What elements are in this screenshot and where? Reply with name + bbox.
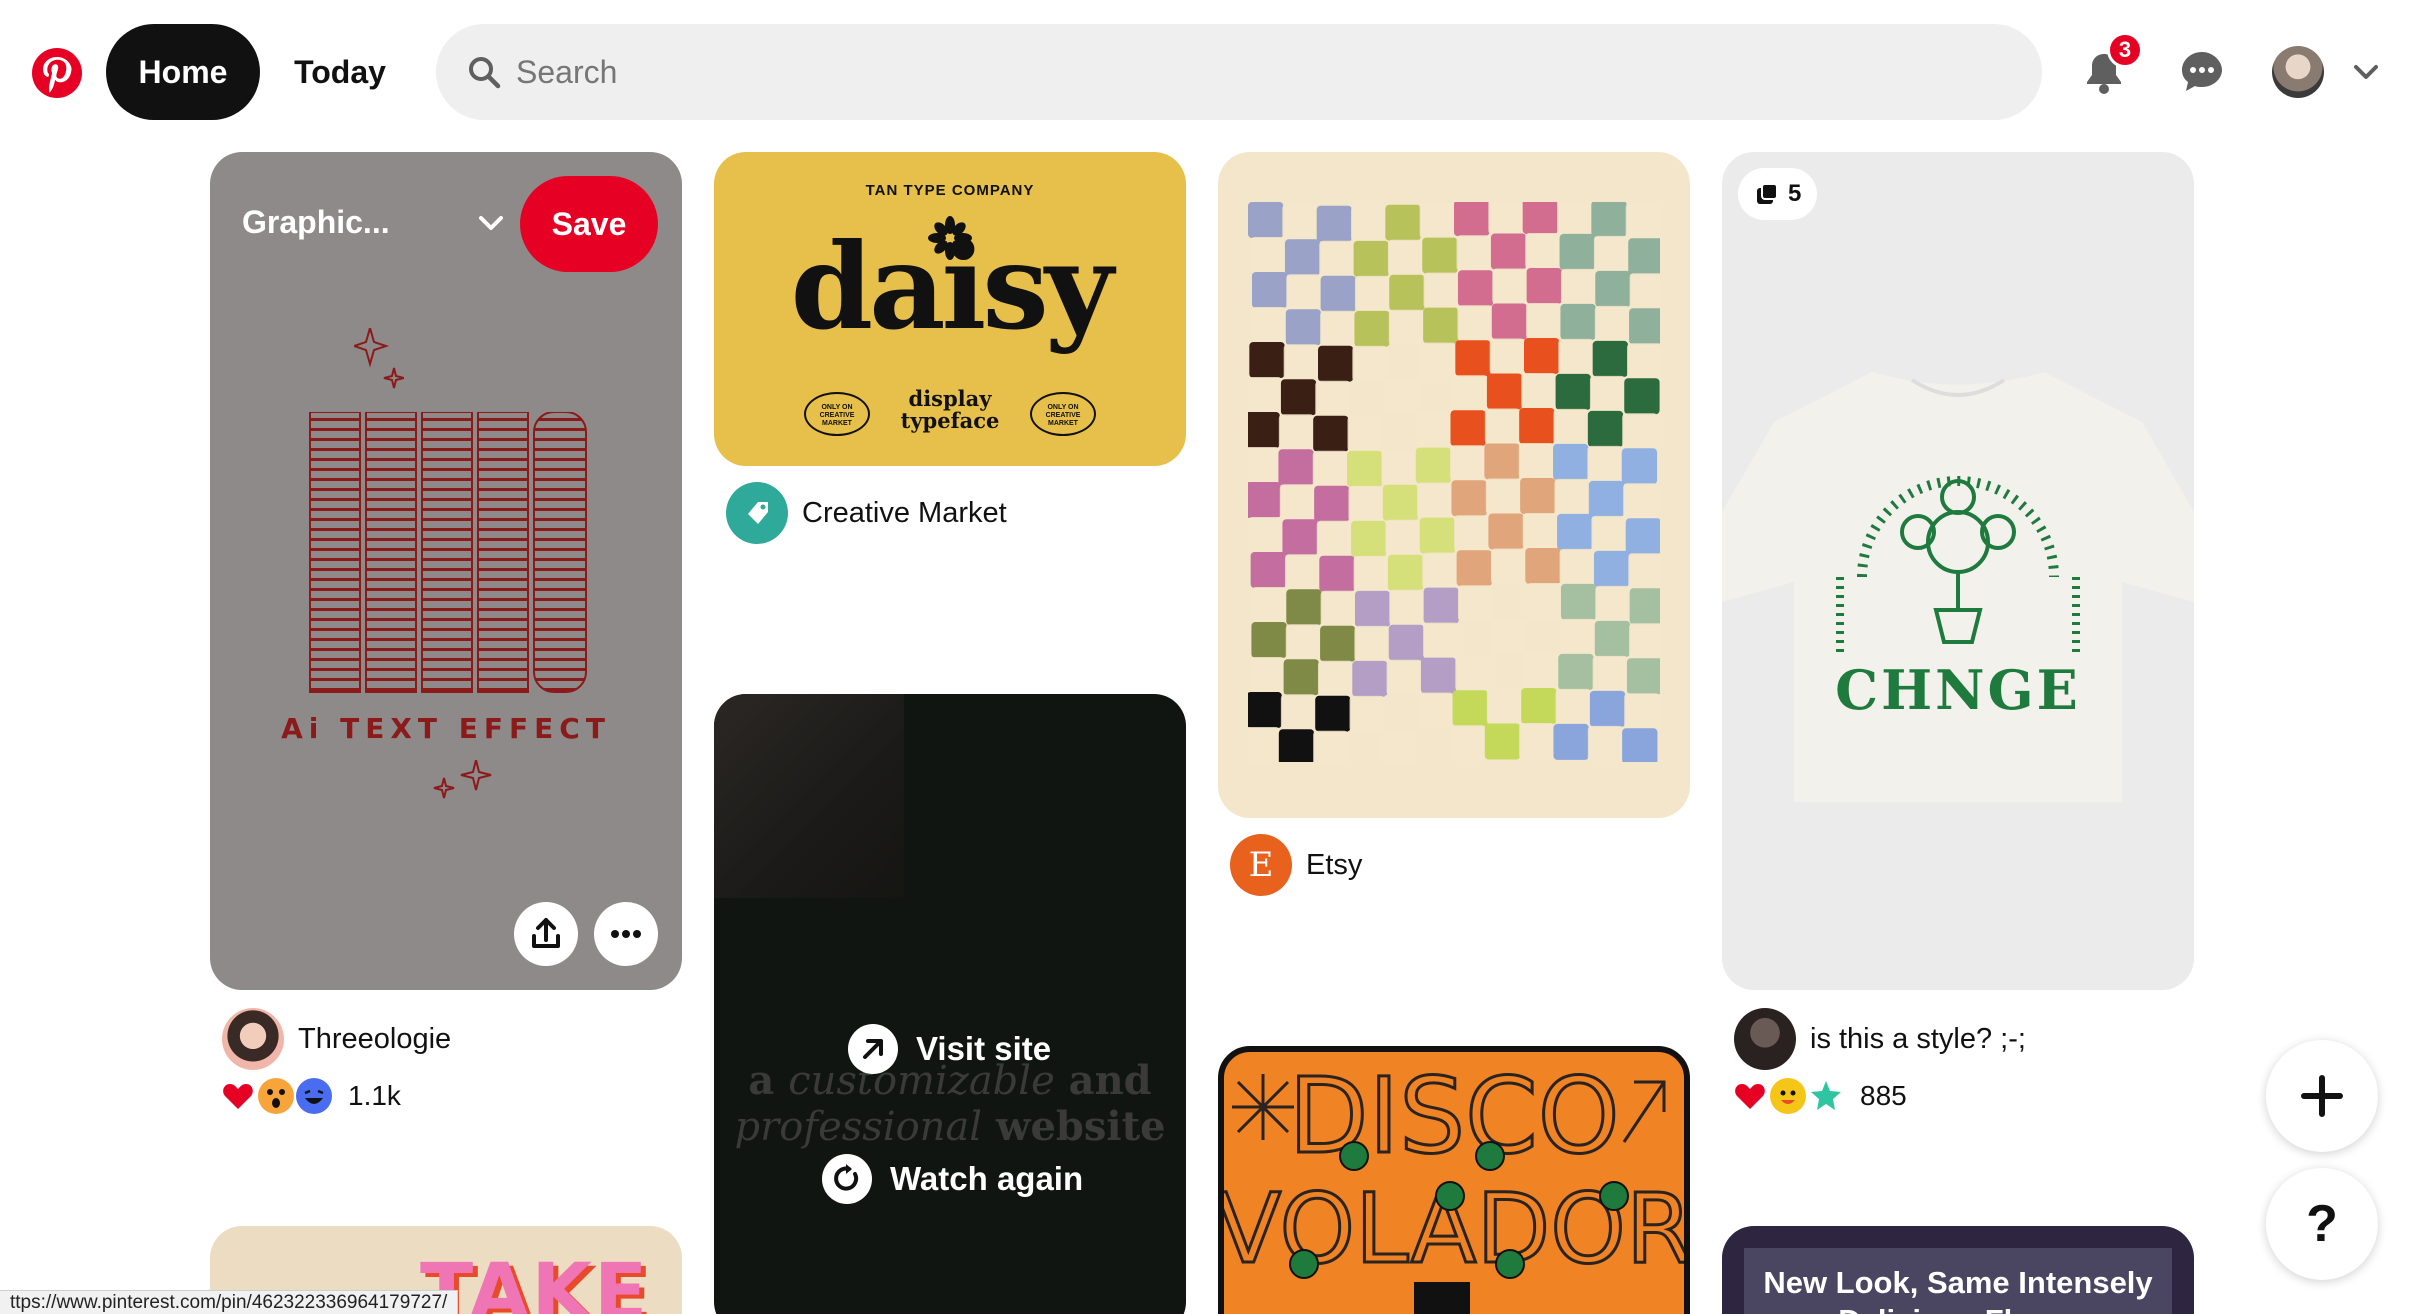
pin-source-threeologie[interactable]: Threeologie xyxy=(222,1008,451,1070)
chat-bubble-icon xyxy=(2182,52,2222,91)
pin-card-video[interactable]: a customizable and professional website … xyxy=(714,694,1186,1314)
source-name: Threeologie xyxy=(298,1022,452,1055)
nav-home-button[interactable]: Home xyxy=(106,24,260,120)
create-pin-button[interactable] xyxy=(2266,1040,2378,1152)
replay-icon xyxy=(822,1154,872,1204)
sparkle-icon xyxy=(354,328,404,389)
tshirt-brand-text: CHNGE xyxy=(1835,658,2081,722)
good-idea-reaction-icon xyxy=(1770,1078,1806,1114)
save-button[interactable]: Save xyxy=(520,176,658,272)
svg-text:DISCO: DISCO xyxy=(1288,1055,1619,1177)
source-name: is this a style? ;-; xyxy=(1810,1022,2026,1055)
tshirt-image xyxy=(1722,372,2194,802)
more-options-button[interactable] xyxy=(594,902,658,966)
wow-reaction-icon xyxy=(258,1078,294,1114)
daisy-badge-left: ONLY ON CREATIVE MARKET xyxy=(804,392,870,436)
wavy-checkerboard-art xyxy=(1248,202,1660,762)
source-avatar xyxy=(222,1008,284,1070)
board-selector-label[interactable]: Graphic... xyxy=(242,204,390,241)
thanks-reaction-icon xyxy=(1808,1078,1844,1114)
messages-button[interactable] xyxy=(2166,36,2238,108)
pin-source-user[interactable]: is this a style? ;-; xyxy=(1734,1008,2026,1070)
pin-card-daisy[interactable]: TAN TYPE COMPANY daisy display typeface … xyxy=(714,152,1186,466)
blend-subtitle: Ai TEXT EFFECT xyxy=(281,712,611,745)
pin-reactions-blend[interactable]: 1.1k xyxy=(220,1078,401,1114)
sparkle-icon xyxy=(433,760,492,799)
search-input[interactable] xyxy=(516,24,2016,120)
daisy-title-word: daisy xyxy=(790,217,1114,356)
chevron-down-icon[interactable] xyxy=(2348,54,2384,90)
etsy-logo-icon: E xyxy=(1230,834,1292,896)
pin-card-blend[interactable]: Graphic... Save Ai TEXT EFFECT xyxy=(210,152,682,990)
visit-site-button[interactable]: Visit site xyxy=(848,1024,1051,1074)
share-upload-icon xyxy=(532,918,560,948)
share-button[interactable] xyxy=(514,902,578,966)
daisy-display-label: display typeface xyxy=(900,386,1000,433)
source-avatar xyxy=(1734,1008,1796,1070)
haha-reaction-icon xyxy=(296,1078,332,1114)
arrow-up-right-icon xyxy=(848,1024,898,1074)
heart-reaction-icon xyxy=(220,1078,256,1114)
chevron-down-icon[interactable] xyxy=(474,206,508,240)
pin-card-disco[interactable]: DISCO VOLADOR xyxy=(1218,1046,1690,1314)
browser-status-url: ttps://www.pinterest.com/pin/46232233696… xyxy=(0,1290,459,1314)
top-nav-bar: Home Today 3 xyxy=(0,0,2416,146)
nav-today-button[interactable]: Today xyxy=(270,24,410,120)
help-button[interactable]: ? xyxy=(2266,1168,2378,1280)
pinterest-logo-icon[interactable] xyxy=(32,48,82,98)
help-question-icon: ? xyxy=(2306,1195,2338,1253)
notification-count-badge: 3 xyxy=(2107,32,2143,68)
daisy-foundry-label: TAN TYPE COMPANY xyxy=(865,182,1035,199)
multi-image-count-chip: 5 xyxy=(1738,168,1818,220)
watch-again-button[interactable]: Watch again xyxy=(822,1154,1083,1204)
video-thumbnail xyxy=(714,694,904,898)
source-name: Etsy xyxy=(1306,848,1363,881)
pin-card-new-look[interactable]: New Look, Same Intensely Delicious Flavo… xyxy=(1722,1226,2194,1314)
search-icon xyxy=(469,57,501,89)
reaction-count: 885 xyxy=(1860,1080,1907,1111)
search-bar[interactable] xyxy=(436,24,2042,120)
creative-market-logo-icon xyxy=(726,482,788,544)
profile-avatar[interactable] xyxy=(2272,46,2324,98)
pin-source-creative-market[interactable]: Creative Market xyxy=(726,482,1007,544)
new-look-text: New Look, Same Intensely Delicious Flavo… xyxy=(1763,1265,2153,1314)
pin-card-tshirt[interactable]: 5 CHNGE xyxy=(1722,152,2194,990)
pin-source-etsy[interactable]: E Etsy xyxy=(1230,834,1362,896)
ellipsis-icon xyxy=(611,930,641,938)
disco-poster-art: DISCO VOLADOR xyxy=(1224,1054,1684,1314)
plus-icon xyxy=(2301,1075,2343,1117)
daisy-badge-right: ONLY ON CREATIVE MARKET xyxy=(1030,392,1096,436)
source-name: Creative Market xyxy=(802,496,1007,529)
heart-reaction-icon xyxy=(1732,1078,1768,1114)
pin-card-checkerboard[interactable] xyxy=(1218,152,1690,818)
stack-icon xyxy=(1757,183,1778,204)
pin-reactions-shirt[interactable]: 885 xyxy=(1732,1078,1907,1114)
reaction-count: 1.1k xyxy=(348,1080,401,1111)
